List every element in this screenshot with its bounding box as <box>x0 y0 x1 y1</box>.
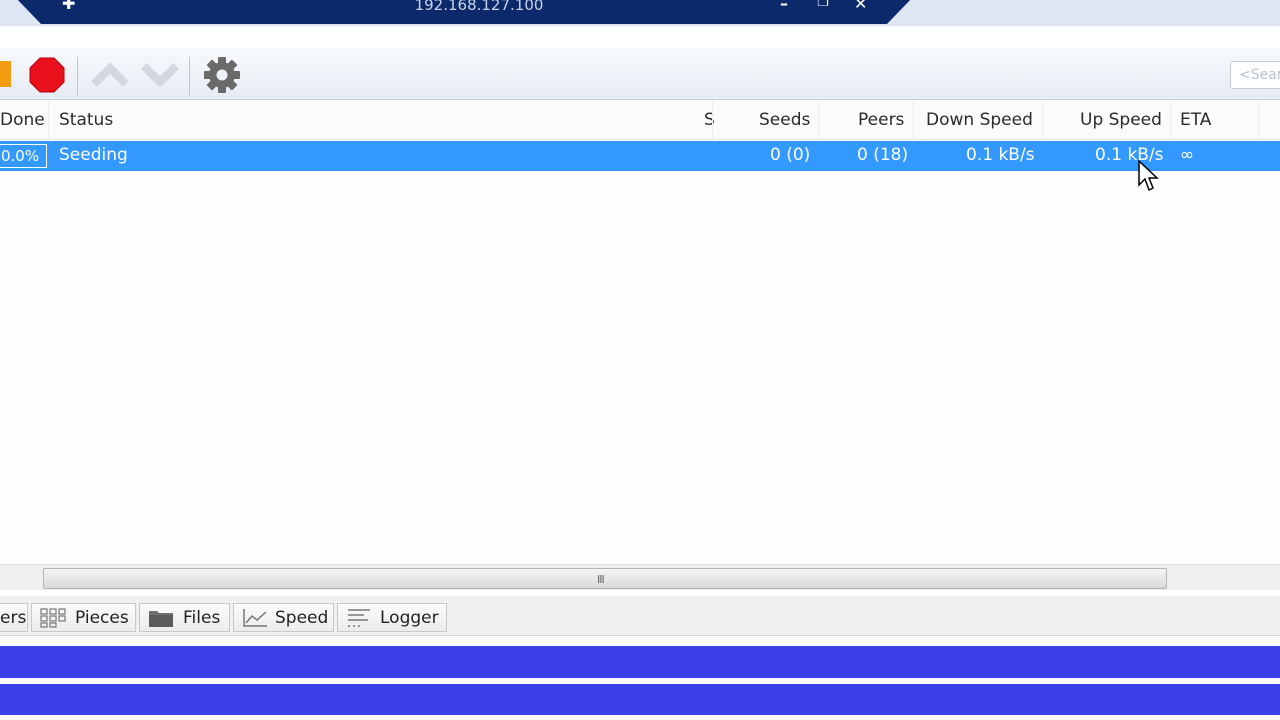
torrent-list-empty-area[interactable] <box>0 171 1280 564</box>
logger-icon <box>348 609 370 627</box>
table-row[interactable]: 0.0% Seeding 0 (0) 0 (18) 0.1 kB/s 0.1 k… <box>0 141 1280 171</box>
peers-cell: 0 (18) <box>857 145 909 165</box>
pin-icon[interactable]: ✚ <box>62 0 78 12</box>
stop-icon[interactable] <box>29 57 65 93</box>
column-divider[interactable] <box>818 100 819 140</box>
folder-icon <box>149 611 173 627</box>
close-icon[interactable]: ✕ <box>854 0 867 13</box>
speed-graph-icon <box>243 609 267 627</box>
search-input[interactable]: <Search> <box>1230 61 1280 89</box>
column-s[interactable]: S <box>704 110 715 130</box>
move-up-icon[interactable] <box>90 60 130 90</box>
tab-files[interactable]: Files <box>139 603 230 632</box>
remote-host-title: 192.168.127.100 <box>414 0 544 14</box>
column-divider[interactable] <box>913 100 914 140</box>
scrollbar-thumb[interactable]: III <box>43 568 1167 589</box>
tab-speed[interactable]: Speed <box>233 603 334 632</box>
column-up-speed[interactable]: Up Speed <box>1080 110 1162 130</box>
pieces-icon <box>40 608 66 628</box>
move-down-icon[interactable] <box>140 60 180 90</box>
preferences-gear-icon[interactable] <box>203 56 241 94</box>
column-divider[interactable] <box>48 100 49 140</box>
toolbar-separator <box>189 57 190 95</box>
horizontal-scrollbar[interactable]: III <box>0 564 1280 590</box>
grip-icon: III <box>597 573 605 586</box>
seeds-cell: 0 (0) <box>770 145 811 165</box>
column-status[interactable]: Status <box>59 110 113 130</box>
column-peers[interactable]: Peers <box>858 110 904 130</box>
mouse-cursor-icon <box>1138 160 1159 192</box>
column-divider[interactable] <box>712 100 713 140</box>
status-stripe <box>0 646 1280 678</box>
column-divider[interactable] <box>1170 100 1171 140</box>
toolbar-separator <box>77 57 78 95</box>
torrent-list-header: Done Status S Seeds Peers Down Speed Up … <box>0 100 1280 140</box>
down-speed-cell: 0.1 kB/s <box>966 145 1035 165</box>
column-divider[interactable] <box>1258 100 1259 140</box>
restore-icon[interactable]: ❐ <box>817 0 829 10</box>
column-down-speed[interactable]: Down Speed <box>926 110 1033 130</box>
progress-cell: 0.0% <box>0 144 47 168</box>
remote-connection-bar: ✚ 192.168.127.100 – ❐ ✕ <box>14 0 914 24</box>
toolbar <box>0 48 1280 100</box>
detail-panel <box>0 637 1280 720</box>
tab-logger[interactable]: Logger <box>337 603 447 632</box>
column-divider[interactable] <box>1042 100 1043 140</box>
minimize-icon[interactable]: – <box>780 0 788 13</box>
detail-tab-bar: ers Pieces Files Speed Logger <box>0 596 1280 636</box>
column-done[interactable]: Done <box>0 110 45 130</box>
eta-cell: ∞ <box>1180 145 1195 165</box>
tab-peers[interactable]: ers <box>0 603 28 632</box>
column-seeds[interactable]: Seeds <box>759 110 810 130</box>
tab-pieces[interactable]: Pieces <box>31 603 136 632</box>
pause-icon[interactable] <box>0 61 11 87</box>
column-eta[interactable]: ETA <box>1180 110 1211 130</box>
status-stripe <box>0 684 1280 715</box>
status-cell: Seeding <box>59 145 128 165</box>
